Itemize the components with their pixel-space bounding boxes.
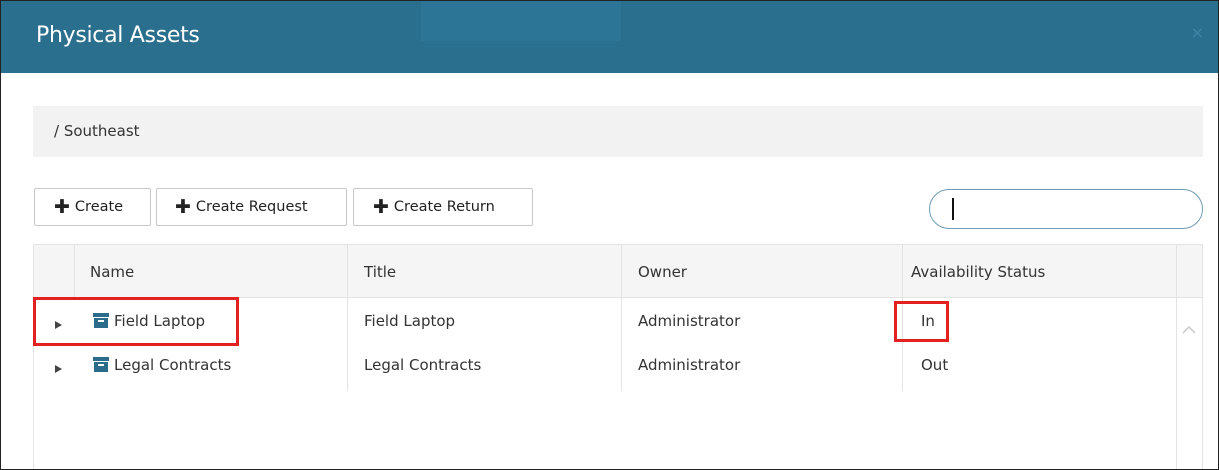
archive-box-icon <box>93 357 109 372</box>
cell-status: Out <box>921 356 949 374</box>
text-cursor <box>952 198 954 220</box>
highlight-box-name <box>33 297 239 346</box>
search-input[interactable] <box>929 189 1203 229</box>
breadcrumb: / Southeast <box>33 106 1203 157</box>
column-header-availability-status[interactable]: Availability Status <box>911 263 1045 281</box>
grid-header: Name Title Owner Availability Status <box>34 245 1202 298</box>
dialog-title: Physical Assets <box>36 23 200 48</box>
column-header-name[interactable]: Name <box>90 263 134 281</box>
close-icon[interactable]: × <box>1191 23 1204 42</box>
cell-owner: Administrator <box>638 312 741 330</box>
physical-assets-dialog: Physical Assets × / Southeast ✚ Create ✚… <box>0 0 1219 470</box>
header-shade <box>421 1 621 41</box>
create-request-button[interactable]: ✚ Create Request <box>156 188 347 226</box>
plus-icon: ✚ <box>175 195 191 218</box>
cell-owner: Administrator <box>638 356 741 374</box>
create-button-label: Create <box>74 199 124 215</box>
table-row[interactable]: Legal Contracts Legal Contracts Administ… <box>34 345 1174 390</box>
create-request-button-label: Create Request <box>195 199 308 215</box>
cell-title: Field Laptop <box>364 312 456 330</box>
column-header-owner[interactable]: Owner <box>638 263 687 281</box>
cell-title: Legal Contracts <box>364 356 482 374</box>
column-header-title[interactable]: Title <box>364 263 396 281</box>
breadcrumb-path[interactable]: / Southeast <box>54 122 140 140</box>
assets-grid: Name Title Owner Availability Status Fie… <box>33 244 1203 469</box>
plus-icon: ✚ <box>373 195 389 218</box>
column-divider <box>1176 245 1177 469</box>
create-button[interactable]: ✚ Create <box>34 188 151 226</box>
chevron-up-icon[interactable] <box>1182 325 1196 335</box>
cell-name[interactable]: Legal Contracts <box>114 356 231 374</box>
plus-icon: ✚ <box>54 195 70 218</box>
dialog-header: Physical Assets × <box>1 1 1218 73</box>
create-return-button-label: Create Return <box>393 199 495 215</box>
triangle-right-icon[interactable] <box>55 365 62 373</box>
highlight-box-status <box>894 301 949 342</box>
column-divider <box>74 245 75 297</box>
create-return-button[interactable]: ✚ Create Return <box>353 188 533 226</box>
